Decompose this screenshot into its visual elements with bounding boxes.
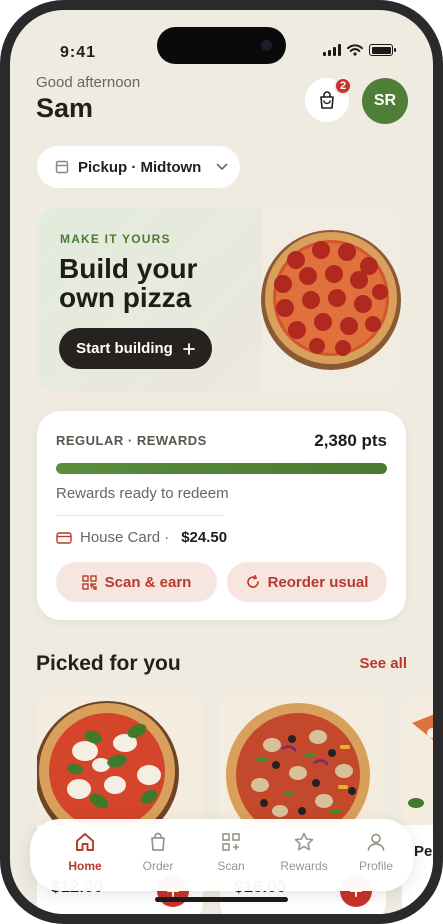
- dynamic-island: [157, 27, 286, 64]
- tab-rewards[interactable]: Rewards: [274, 831, 334, 873]
- cellular-signal-icon: [323, 44, 341, 56]
- home-icon: [76, 833, 94, 851]
- rewards-tier: REGULAR · REWARDS: [56, 433, 207, 448]
- person-icon: [367, 833, 385, 851]
- status-icons: [323, 44, 396, 56]
- pepperoni-pizza-image: [261, 208, 406, 392]
- star-icon: [294, 832, 314, 851]
- house-card-balance[interactable]: House Card · $24.50: [56, 529, 227, 546]
- wifi-icon: [347, 44, 363, 56]
- app-screen: 9:41 Good afternoon Sam 2 SR Pickup · Mi…: [10, 10, 433, 914]
- veggie-supreme-pizza-image: [220, 693, 386, 847]
- pizza-slice-image: [402, 693, 433, 825]
- phone-frame: 9:41 Good afternoon Sam 2 SR Pickup · Mi…: [0, 0, 443, 924]
- tab-label: Rewards: [280, 859, 328, 873]
- scan-earn-button[interactable]: Scan & earn: [56, 562, 217, 602]
- tab-label: Home: [68, 859, 102, 873]
- avatar[interactable]: SR: [362, 78, 408, 124]
- tab-order[interactable]: Order: [128, 831, 188, 873]
- rewards-card: REGULAR · REWARDS 2,380 pts Rewards read…: [37, 411, 406, 620]
- shopping-bag-icon: [320, 91, 334, 109]
- partial-card-label: Pe: [414, 843, 433, 860]
- section-title: Picked for you: [36, 652, 181, 675]
- tab-label: Scan: [217, 859, 245, 873]
- see-all-link[interactable]: See all: [359, 655, 407, 672]
- store-icon: [55, 160, 69, 174]
- reorder-usual-label: Reorder usual: [267, 573, 369, 591]
- home-indicator[interactable]: [155, 897, 288, 902]
- refresh-icon: [246, 575, 259, 588]
- rewards-status: Rewards ready to redeem: [56, 485, 229, 502]
- greeting-text: Good afternoon: [36, 74, 141, 91]
- hero-title: Build your own pizza: [59, 253, 198, 313]
- rewards-progress-bar: [56, 463, 387, 474]
- chevron-down-icon: [217, 163, 228, 170]
- scan-earn-label: Scan & earn: [104, 573, 192, 591]
- house-card-amount: $24.50: [181, 529, 228, 546]
- status-time: 9:41: [60, 44, 97, 61]
- rewards-progress-fill: [56, 463, 387, 474]
- tab-home[interactable]: Home: [55, 831, 115, 873]
- reorder-usual-button[interactable]: Reorder usual: [227, 562, 387, 602]
- tab-label: Profile: [358, 859, 393, 873]
- credit-card-icon: [56, 531, 72, 544]
- location-label: Pickup · Midtown: [78, 158, 202, 176]
- status-bar: 9:41: [10, 10, 433, 70]
- rewards-points: 2,380 pts: [314, 431, 387, 450]
- margherita-pizza-image: [37, 693, 203, 845]
- qr-icon: [222, 833, 240, 851]
- plus-icon: [182, 342, 195, 355]
- user-name: Sam: [36, 93, 94, 123]
- product-card-partial[interactable]: [402, 693, 433, 914]
- build-pizza-banner[interactable]: MAKE IT YOURS Build your own pizza Start…: [37, 208, 406, 392]
- start-building-button[interactable]: Start building: [59, 328, 212, 369]
- battery-icon: [369, 44, 396, 56]
- tab-bar: Home Order Scan Rewards Profile: [30, 819, 413, 891]
- hero-eyebrow: MAKE IT YOURS: [60, 232, 171, 246]
- tab-scan[interactable]: Scan: [201, 831, 261, 873]
- tab-label: Order: [142, 859, 174, 873]
- tab-profile[interactable]: Profile: [346, 831, 406, 873]
- cart-count-badge: 2: [334, 77, 352, 95]
- start-building-label: Start building: [76, 340, 173, 357]
- qr-icon: [81, 574, 97, 590]
- location-selector[interactable]: Pickup · Midtown: [37, 146, 240, 188]
- house-card-label: House Card ·: [80, 529, 170, 546]
- rewards-divider: [56, 515, 224, 516]
- bag-icon: [151, 832, 165, 851]
